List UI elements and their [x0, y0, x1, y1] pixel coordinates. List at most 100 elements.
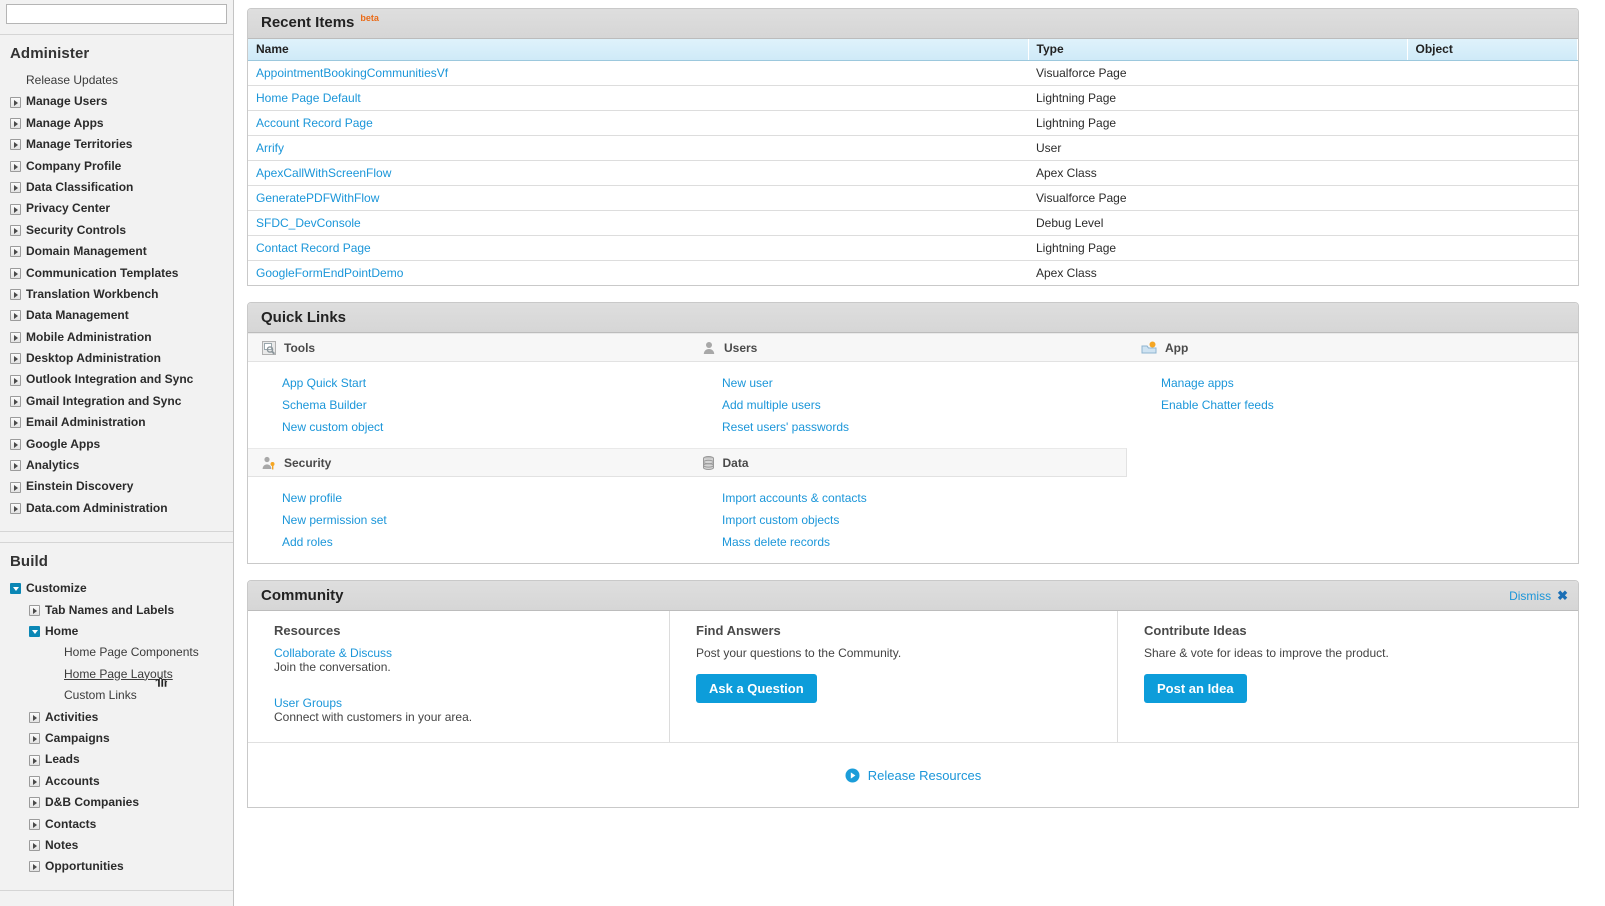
sidebar-item-manage-apps[interactable]: Manage Apps [0, 113, 233, 134]
chevron-right-icon[interactable] [29, 861, 40, 873]
chevron-right-icon[interactable] [10, 438, 21, 450]
chevron-right-icon[interactable] [10, 246, 21, 258]
sidebar-search-input[interactable] [6, 4, 227, 24]
quick-link-new-user[interactable]: New user [688, 372, 1127, 394]
recent-item-link[interactable]: GoogleFormEndPointDemo [256, 266, 403, 280]
sidebar-item-translation-workbench[interactable]: Translation Workbench [0, 284, 233, 305]
chevron-right-icon[interactable] [10, 460, 21, 472]
sidebar-item-notes[interactable]: Notes [0, 835, 233, 856]
quick-link-import-custom-objects[interactable]: Import custom objects [688, 509, 1127, 531]
chevron-right-icon[interactable] [10, 160, 21, 172]
sidebar-item-email-administration[interactable]: Email Administration [0, 412, 233, 433]
sidebar-item-security-controls[interactable]: Security Controls [0, 220, 233, 241]
chevron-right-icon[interactable] [10, 503, 21, 514]
chevron-right-icon[interactable] [29, 797, 40, 809]
quick-link-new-custom-object[interactable]: New custom object [248, 416, 688, 438]
sidebar-item-data-classification[interactable]: Data Classification [0, 177, 233, 198]
sidebar-item-desktop-administration[interactable]: Desktop Administration [0, 348, 233, 369]
column-header-object[interactable]: Object [1407, 39, 1578, 61]
sidebar-item-outlook-integration-and-sync[interactable]: Outlook Integration and Sync [0, 369, 233, 390]
sidebar-item-tab-names-and-labels[interactable]: Tab Names and Labels [0, 600, 233, 621]
community-link-user-groups[interactable]: User Groups [274, 696, 669, 710]
chevron-right-icon[interactable] [29, 840, 40, 852]
sidebar-item-customize[interactable]: Customize [0, 578, 233, 599]
sidebar-item-manage-territories[interactable]: Manage Territories [0, 134, 233, 155]
chevron-right-icon[interactable] [10, 481, 21, 493]
sidebar-item-company-profile[interactable]: Company Profile [0, 156, 233, 177]
quick-link-enable-chatter-feeds[interactable]: Enable Chatter feeds [1127, 394, 1578, 416]
quick-link-new-permission-set[interactable]: New permission set [248, 509, 688, 531]
column-header-name[interactable]: Name [248, 39, 1029, 61]
sidebar-item-datacom-administration[interactable]: Data.com Administration [0, 498, 233, 519]
chevron-right-icon[interactable] [10, 182, 21, 194]
ask-a-question-button[interactable]: Ask a Question [696, 674, 817, 703]
chevron-down-icon[interactable] [10, 583, 21, 595]
sidebar-item-analytics[interactable]: Analytics [0, 455, 233, 476]
quick-link-new-profile[interactable]: New profile [248, 487, 688, 509]
community-link-collaborate-discuss[interactable]: Collaborate & Discuss [274, 646, 669, 660]
recent-item-link[interactable]: Home Page Default [256, 91, 361, 105]
sidebar-item-domain-management[interactable]: Domain Management [0, 241, 233, 262]
recent-item-link[interactable]: Account Record Page [256, 116, 373, 130]
chevron-right-icon[interactable] [29, 754, 40, 766]
release-resources-link[interactable]: Release Resources [845, 768, 981, 783]
chevron-right-icon[interactable] [10, 96, 21, 108]
chevron-right-icon[interactable] [10, 117, 21, 129]
sidebar-item-communication-templates[interactable]: Communication Templates [0, 263, 233, 284]
chevron-right-icon[interactable] [10, 267, 21, 279]
sidebar-item-opportunities[interactable]: Opportunities [0, 856, 233, 877]
chevron-right-icon[interactable] [10, 374, 21, 386]
sidebar-item-leads[interactable]: Leads [0, 749, 233, 770]
sidebar-item-release-updates[interactable]: Release Updates [0, 70, 233, 91]
chevron-right-icon[interactable] [10, 203, 21, 215]
chevron-right-icon[interactable] [10, 353, 21, 365]
chevron-right-icon[interactable] [10, 289, 21, 301]
sidebar-item-google-apps[interactable]: Google Apps [0, 434, 233, 455]
sidebar-item-custom-links[interactable]: Custom Links [0, 685, 233, 706]
chevron-right-icon[interactable] [10, 417, 21, 429]
chevron-right-icon[interactable] [10, 224, 21, 236]
quick-link-add-roles[interactable]: Add roles [248, 531, 688, 553]
chevron-right-icon[interactable] [29, 775, 40, 787]
recent-item-link[interactable]: Contact Record Page [256, 241, 371, 255]
chevron-right-icon[interactable] [29, 604, 40, 616]
chevron-right-icon[interactable] [29, 733, 40, 745]
sidebar-item-accounts[interactable]: Accounts [0, 771, 233, 792]
quick-link-mass-delete-records[interactable]: Mass delete records [688, 531, 1127, 553]
sidebar-item-home-page-layouts[interactable]: Home Page Layouts [0, 664, 233, 685]
sidebar-item-privacy-center[interactable]: Privacy Center [0, 198, 233, 219]
chevron-right-icon[interactable] [29, 711, 40, 723]
quick-link-reset-users-passwords[interactable]: Reset users' passwords [688, 416, 1127, 438]
sidebar-item-activities[interactable]: Activities [0, 707, 233, 728]
sidebar-item-data-management[interactable]: Data Management [0, 305, 233, 326]
chevron-down-icon[interactable] [29, 626, 40, 638]
recent-item-link[interactable]: ApexCallWithScreenFlow [256, 166, 391, 180]
sidebar-item-einstein-discovery[interactable]: Einstein Discovery [0, 476, 233, 497]
recent-item-link[interactable]: Arrify [256, 141, 284, 155]
chevron-right-icon[interactable] [10, 139, 21, 151]
sidebar-item-manage-users[interactable]: Manage Users [0, 91, 233, 112]
quick-link-add-multiple-users[interactable]: Add multiple users [688, 394, 1127, 416]
recent-item-link[interactable]: AppointmentBookingCommunitiesVf [256, 66, 448, 80]
post-an-idea-button[interactable]: Post an Idea [1144, 674, 1247, 703]
quick-link-schema-builder[interactable]: Schema Builder [248, 394, 688, 416]
sidebar-item-home[interactable]: Home [0, 621, 233, 642]
quick-link-app-quick-start[interactable]: App Quick Start [248, 372, 688, 394]
close-icon[interactable]: ✖ [1557, 581, 1568, 611]
quick-link-manage-apps[interactable]: Manage apps [1127, 372, 1578, 394]
sidebar-item-home-page-components[interactable]: Home Page Components [0, 642, 233, 663]
quick-link-import-accounts-contacts[interactable]: Import accounts & contacts [688, 487, 1127, 509]
sidebar-item-gmail-integration-and-sync[interactable]: Gmail Integration and Sync [0, 391, 233, 412]
recent-item-link[interactable]: GeneratePDFWithFlow [256, 191, 379, 205]
sidebar-item-db-companies[interactable]: D&B Companies [0, 792, 233, 813]
sidebar-item-contacts[interactable]: Contacts [0, 814, 233, 835]
chevron-right-icon[interactable] [10, 310, 21, 322]
chevron-right-icon[interactable] [10, 396, 21, 408]
sidebar-item-mobile-administration[interactable]: Mobile Administration [0, 327, 233, 348]
recent-item-link[interactable]: SFDC_DevConsole [256, 216, 361, 230]
column-header-type[interactable]: Type [1028, 39, 1408, 61]
sidebar-item-campaigns[interactable]: Campaigns [0, 728, 233, 749]
chevron-right-icon[interactable] [29, 818, 40, 830]
dismiss-label[interactable]: Dismiss [1509, 581, 1551, 611]
dismiss-button[interactable]: Dismiss ✖ [1509, 581, 1568, 611]
